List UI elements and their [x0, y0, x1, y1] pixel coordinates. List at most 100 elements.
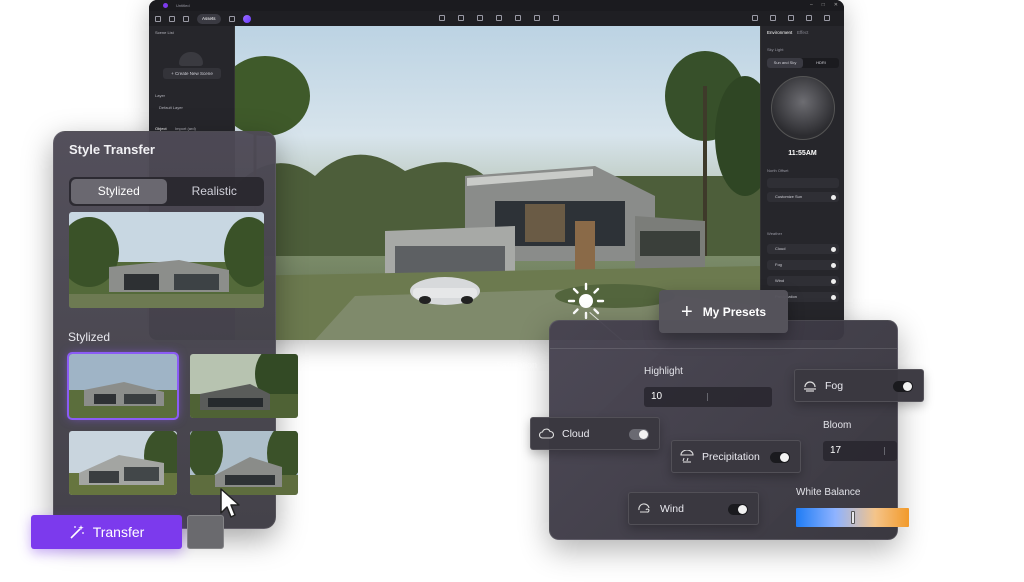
window-title: Untitled — [176, 3, 190, 8]
highlight-value: 10 — [651, 391, 663, 402]
wind-toggle-knob — [738, 505, 747, 514]
cloud-chip[interactable]: Cloud — [530, 417, 660, 450]
highlight-input[interactable]: 10 — [644, 387, 772, 407]
fog-toggle-knob — [903, 382, 912, 391]
tab-effect[interactable]: Effect — [797, 30, 808, 35]
side-wind-toggle[interactable] — [831, 279, 836, 284]
default-layer-item[interactable]: Default Layer — [159, 105, 183, 110]
customize-sun-label: Customize Sun — [775, 194, 803, 199]
bloom-input[interactable]: 17 — [823, 441, 897, 461]
menu-icon[interactable] — [155, 15, 161, 22]
side-wind-row[interactable]: Wind — [767, 276, 839, 286]
cloud-label: Cloud — [562, 427, 590, 440]
my-presets-button[interactable]: + My Presets — [659, 290, 788, 333]
weather-heading: Weather — [767, 231, 783, 236]
fog-chip[interactable]: Fog — [794, 369, 924, 402]
style-mode-switch: Stylized Realistic — [69, 177, 264, 206]
create-new-scene-button[interactable]: + Create New Scene — [163, 68, 221, 79]
magic-wand-icon — [69, 524, 85, 540]
store-icon[interactable] — [752, 15, 758, 21]
style-transfer-title: Style Transfer — [69, 142, 155, 157]
fog-icon — [803, 380, 817, 392]
scene-placeholder-icon — [179, 52, 203, 66]
title-bar: Untitled – □ ✕ — [149, 0, 844, 11]
measure-icon[interactable] — [515, 15, 521, 21]
side-cloud-toggle[interactable] — [831, 247, 836, 252]
wind-chip[interactable]: Wind — [628, 492, 759, 525]
style-thumb-1[interactable] — [67, 352, 179, 420]
chat-icon[interactable] — [183, 15, 189, 22]
time-display: 11:55AM — [788, 150, 817, 157]
fog-label: Fog — [825, 379, 844, 392]
grid-icon[interactable] — [496, 15, 502, 21]
tab-environment[interactable]: Environment — [767, 30, 792, 35]
toolbar-center-tools — [439, 15, 559, 21]
precipitation-chip[interactable]: Precipitation — [671, 440, 801, 473]
sky-tab-hdri[interactable]: HDRI — [803, 58, 839, 68]
highlight-label: Highlight — [644, 366, 683, 377]
fog-toggle[interactable] — [893, 381, 913, 392]
highlight-divider — [707, 393, 708, 401]
tool-icon[interactable] — [228, 15, 235, 22]
ghost-number: 23 — [488, 482, 499, 492]
render-icon[interactable] — [770, 15, 776, 21]
wind-label: Wind — [660, 502, 684, 515]
maximize-icon[interactable]: □ — [822, 2, 825, 8]
customize-sun-row[interactable]: Customize Sun — [767, 192, 839, 202]
brush-icon[interactable] — [534, 15, 540, 21]
white-balance-handle[interactable] — [850, 511, 855, 524]
precipitation-toggle[interactable] — [770, 452, 790, 463]
camera-icon[interactable] — [788, 15, 794, 21]
video-icon[interactable] — [806, 15, 812, 21]
side-fog-toggle[interactable] — [831, 263, 836, 268]
sky-mode-tabs: Sun and Sky HDRI — [767, 58, 839, 68]
white-balance-label: White Balance — [796, 487, 861, 498]
style-thumb-4[interactable] — [190, 431, 298, 495]
sky-tab-sun[interactable]: Sun and Sky — [767, 58, 803, 68]
north-offset-field[interactable] — [767, 178, 839, 188]
folder-icon[interactable] — [477, 15, 483, 21]
precipitation-toggle-knob — [780, 453, 789, 462]
customize-sun-toggle[interactable] — [831, 195, 836, 200]
cloud-toggle-knob — [639, 430, 648, 439]
sun-icon[interactable] — [566, 281, 606, 321]
tab-realistic[interactable]: Realistic — [167, 179, 263, 204]
file-icon[interactable] — [169, 15, 175, 22]
sun-position-sphere[interactable] — [771, 76, 835, 140]
side-fog-row[interactable]: Fog — [767, 260, 839, 270]
side-wind-label: Wind — [775, 278, 785, 283]
close-icon[interactable]: ✕ — [834, 2, 838, 8]
flag-icon[interactable] — [553, 15, 559, 21]
my-presets-label: My Presets — [702, 304, 767, 319]
settings-icon[interactable] — [824, 15, 830, 21]
white-balance-slider[interactable] — [796, 508, 909, 527]
minimize-icon[interactable]: – — [810, 2, 813, 8]
source-preview-image — [69, 212, 264, 308]
side-cloud-row[interactable]: Cloud — [767, 244, 839, 254]
secondary-action-button[interactable] — [187, 515, 224, 549]
sun-tool-icon[interactable] — [458, 15, 464, 21]
toolbar: Assets — [149, 11, 844, 26]
transfer-button[interactable]: Transfer — [31, 515, 182, 549]
saturation-ghost-value: 0.5 — [503, 384, 516, 394]
precipitation-label: Precipitation — [702, 450, 760, 463]
saturation-ghost-label: Saturation — [496, 360, 538, 370]
wind-toggle[interactable] — [728, 504, 748, 515]
tab-stylized[interactable]: Stylized — [71, 179, 167, 204]
side-fog-label: Fog — [775, 262, 782, 267]
cursor-icon — [219, 487, 243, 519]
bloom-label: Bloom — [823, 420, 852, 431]
side-precipitation-toggle[interactable] — [831, 295, 836, 300]
transfer-button-label: Transfer — [92, 524, 145, 540]
layer-heading: Layer — [155, 93, 166, 98]
assets-button[interactable]: Assets — [197, 13, 221, 24]
side-cloud-label: Cloud — [775, 246, 786, 251]
precipitation-icon — [680, 450, 694, 463]
style-thumb-2[interactable] — [190, 354, 298, 418]
light-icon[interactable] — [439, 15, 445, 21]
north-offset-label: North Offset — [767, 168, 789, 173]
style-thumb-3[interactable] — [69, 431, 177, 495]
cloud-toggle[interactable] — [629, 429, 649, 440]
ai-logo-icon[interactable] — [242, 14, 251, 23]
toolbar-right-tools — [752, 15, 830, 21]
